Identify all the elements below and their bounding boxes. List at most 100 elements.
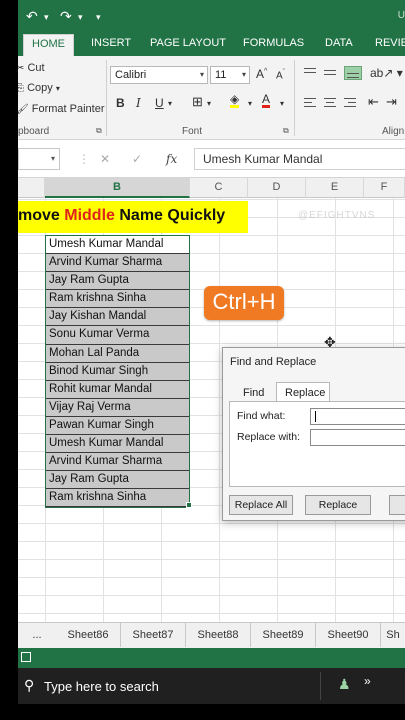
table-row[interactable]: Umesh Kumar Mandal — [46, 435, 189, 454]
copy-dropdown-icon: ▾ — [55, 84, 60, 93]
table-row[interactable]: Sonu Kumar Verma — [46, 326, 189, 345]
tab-home[interactable]: HOME — [23, 34, 74, 56]
app-icon[interactable]: ♟ — [338, 676, 356, 694]
sheet-tab-89[interactable]: Sheet89 — [251, 623, 316, 647]
shrink-font-button[interactable]: Aˇ — [276, 69, 285, 81]
customize-qat-icon[interactable]: ▾ — [96, 12, 101, 23]
tab-find[interactable]: Find — [243, 387, 264, 399]
font-family-select[interactable]: Calibri ▾ — [110, 66, 208, 84]
italic-button[interactable]: I — [136, 96, 141, 110]
search-icon[interactable]: ⚲ — [24, 677, 34, 694]
sheet-tab-87[interactable]: Sheet87 — [121, 623, 186, 647]
font-color-dropdown-icon[interactable]: ▾ — [280, 99, 284, 108]
sheet-tab-86[interactable]: Sheet86 — [56, 623, 121, 647]
table-row[interactable]: Ram krishna Sinha — [46, 290, 189, 309]
borders-dropdown-icon[interactable]: ▾ — [207, 99, 211, 108]
grow-font-button[interactable]: A^ — [256, 67, 267, 81]
align-center-icon[interactable] — [324, 98, 336, 108]
sheet-tab-partial[interactable]: Sh — [381, 623, 405, 647]
orientation-icon[interactable]: ab↗ ▾ — [370, 66, 403, 80]
bold-button[interactable]: B — [116, 96, 125, 110]
fill-color-icon[interactable]: ◈ — [230, 93, 240, 108]
sheet-tabs-overflow[interactable]: ... — [18, 623, 56, 647]
copy-label: Copy — [27, 82, 53, 94]
format-painter-icon: 🖌 — [18, 104, 29, 115]
undo-icon[interactable]: ↶ — [26, 8, 38, 25]
tab-page-layout[interactable]: PAGE LAYOUT — [150, 37, 226, 49]
column-header-d[interactable]: D — [248, 178, 306, 198]
table-row[interactable]: Vijay Raj Verma — [46, 398, 189, 417]
increase-indent-icon[interactable]: ⇥ — [386, 94, 397, 110]
sheet-tab-90[interactable]: Sheet90 — [316, 623, 381, 647]
tab-insert[interactable]: INSERT — [91, 37, 131, 49]
enter-icon[interactable]: ✓ — [132, 152, 142, 166]
replace-button[interactable]: Replace — [305, 495, 371, 515]
replace-with-input[interactable] — [310, 429, 405, 446]
clipboard-launcher-icon[interactable]: ⧉ — [96, 126, 102, 136]
decrease-indent-icon[interactable]: ⇤ — [368, 94, 379, 110]
redo-dropdown-icon[interactable]: ▾ — [78, 12, 83, 23]
align-right-icon[interactable] — [344, 98, 356, 108]
cancel-icon[interactable]: ✕ — [100, 152, 110, 166]
table-row[interactable]: Binod Kumar Singh — [46, 362, 189, 381]
replace-with-label: Replace with: — [237, 431, 301, 443]
format-painter-button[interactable]: 🖌 Format Painter — [18, 103, 105, 115]
font-size-select[interactable]: 11 ▾ — [210, 66, 250, 84]
selected-name-range[interactable]: Umesh Kumar Mandal Arvind Kumar Sharma J… — [45, 235, 190, 509]
redo-icon[interactable]: ↷ — [60, 8, 72, 25]
tab-replace[interactable]: Replace — [276, 382, 330, 402]
bottom-align-icon[interactable] — [344, 66, 362, 80]
font-launcher-icon[interactable]: ⧉ — [283, 126, 289, 136]
table-row[interactable]: Ram krishna Sinha — [46, 489, 189, 508]
text-caret — [315, 411, 316, 422]
column-header-e[interactable]: E — [306, 178, 364, 198]
replace-all-button[interactable]: Replace All — [229, 495, 293, 515]
underline-button[interactable]: U — [155, 96, 164, 110]
tab-review[interactable]: REVIEW — [375, 37, 405, 49]
table-row[interactable]: Arvind Kumar Sharma — [46, 453, 189, 472]
copy-button[interactable]: ⎘ Copy ▾ — [18, 82, 60, 94]
column-header-f[interactable]: F — [364, 178, 405, 198]
table-row[interactable]: Jay Kishan Mandal — [46, 308, 189, 327]
table-row[interactable]: Arvind Kumar Sharma — [46, 254, 189, 273]
name-box[interactable]: ▾ — [18, 148, 60, 170]
column-header-a[interactable] — [18, 178, 45, 198]
borders-icon[interactable]: ⊞ — [192, 94, 203, 110]
insert-function-icon[interactable]: fx — [166, 152, 177, 166]
table-row[interactable]: Rohit kumar Mandal — [46, 380, 189, 399]
font-color-button[interactable]: A — [262, 93, 271, 108]
tab-formulas[interactable]: FORMULAS — [243, 37, 304, 49]
macro-record-icon[interactable] — [21, 652, 31, 662]
font-size-value: 11 — [215, 69, 227, 81]
bottom-bar — [18, 704, 405, 720]
replace-panel: Find what: Replace with: — [229, 401, 405, 487]
table-row[interactable]: Jay Ram Gupta — [46, 471, 189, 490]
underline-dropdown-icon[interactable]: ▾ — [168, 99, 172, 108]
undo-dropdown-icon[interactable]: ▾ — [44, 12, 49, 23]
table-row[interactable]: Jay Ram Gupta — [46, 272, 189, 291]
table-row[interactable]: Mohan Lal Panda — [46, 344, 189, 363]
table-row[interactable]: Umesh Kumar Mandal — [46, 236, 189, 255]
find-what-input[interactable] — [310, 408, 405, 425]
fill-handle[interactable] — [186, 502, 192, 508]
top-align-icon[interactable] — [304, 68, 316, 78]
find-all-button[interactable] — [389, 495, 405, 515]
column-header-b[interactable]: B — [45, 178, 190, 198]
cut-button[interactable]: ✂ Cut — [18, 62, 45, 74]
status-bar — [18, 648, 405, 668]
chevron-down-icon: ▾ — [241, 70, 246, 79]
align-left-icon[interactable] — [304, 98, 316, 108]
formula-input[interactable]: Umesh Kumar Mandal — [194, 148, 405, 170]
tab-data[interactable]: DATA — [325, 37, 353, 49]
sheet-tab-88[interactable]: Sheet88 — [186, 623, 251, 647]
chevron-right-icon[interactable]: » — [364, 674, 371, 688]
formula-bar-grip-icon: ⋮ — [78, 152, 90, 166]
taskbar-search-input[interactable]: Type here to search — [44, 679, 159, 694]
column-header-c[interactable]: C — [190, 178, 248, 198]
table-row[interactable]: Pawan Kumar Singh — [46, 416, 189, 436]
banner-text-left: move — [18, 207, 65, 224]
find-what-label: Find what: — [237, 410, 286, 422]
fill-color-dropdown-icon[interactable]: ▾ — [248, 99, 252, 108]
banner-text-highlight: Middle — [64, 207, 115, 224]
middle-align-icon[interactable] — [324, 68, 336, 78]
